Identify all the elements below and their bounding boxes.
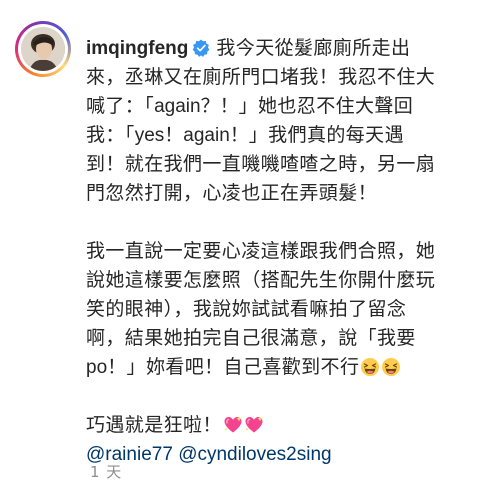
caption-text: yes！again！ xyxy=(134,125,249,146)
caption-text: po xyxy=(86,357,108,378)
post-timestamp[interactable]: 1 天 xyxy=(90,461,122,482)
caption-text: 」我們真的每天遇 xyxy=(248,124,404,146)
caption-line: 啊，結果她拍完自己很滿意，說「我要 xyxy=(86,327,416,349)
mention-link-cyndiloves2sing[interactable]: @cyndiloves2sing xyxy=(178,444,331,465)
caption-text: 我今天從髮廊廁所走出 xyxy=(216,37,411,59)
caption-text: 喊了：「 xyxy=(86,95,155,117)
instagram-post-caption: imqingfeng 我今天從髮廊廁所走出 來，丞琳又在廁所門口堵我！我忍不住大 … xyxy=(0,0,496,499)
caption-line: 我一直說一定要心凌這樣跟我們合照，她 xyxy=(86,240,436,262)
avatar-photo xyxy=(21,27,65,71)
caption-line: 到！就在我們一直嘰嘰喳喳之時，另一扇 xyxy=(86,153,436,175)
caption-line: imqingfeng 我今天從髮廊廁所走出 xyxy=(86,34,478,63)
caption-text: 我：「 xyxy=(86,124,135,146)
caption-text: ！」妳看吧！自己喜歡到不行 xyxy=(107,356,360,378)
laughing-emoji-icon xyxy=(382,358,401,376)
caption-line: 巧遇就是狂啦！ xyxy=(86,411,478,440)
caption-line: 說她這樣要怎麼照（搭配先生你開什麼玩 xyxy=(86,269,436,291)
caption-line: 來，丞琳又在廁所門口堵我！我忍不住大 xyxy=(86,66,436,88)
caption-line: po！」妳看吧！自己喜歡到不行 xyxy=(86,353,478,382)
caption-text: 」她也忍不住大聲回 xyxy=(238,95,414,117)
verified-badge-icon xyxy=(193,39,210,57)
avatar-border xyxy=(18,24,68,74)
username-link[interactable]: imqingfeng xyxy=(86,38,188,59)
laughing-emoji-icon xyxy=(361,358,380,376)
caption-body: imqingfeng 我今天從髮廊廁所走出 來，丞琳又在廁所門口堵我！我忍不住大 … xyxy=(86,34,478,469)
caption-line: 笑的眼神），我說妳試試看嘛拍了留念 xyxy=(86,298,407,320)
story-ring[interactable] xyxy=(15,21,71,77)
caption-text: again？！ xyxy=(154,96,239,117)
caption-line: 喊了：「again？！」她也忍不住大聲回 xyxy=(86,92,478,121)
caption-line: @rainie77 @cyndiloves2sing xyxy=(86,440,478,469)
caption-text: 巧遇就是狂啦！ xyxy=(86,414,222,436)
sparkling-heart-icon xyxy=(245,416,263,433)
caption-line: 我：「yes！again！」我們真的每天遇 xyxy=(86,121,478,150)
sparkling-heart-icon xyxy=(224,416,242,433)
caption-line: 門忽然打開，心凌也正在弄頭髮！ xyxy=(86,182,378,204)
avatar[interactable] xyxy=(21,27,65,71)
